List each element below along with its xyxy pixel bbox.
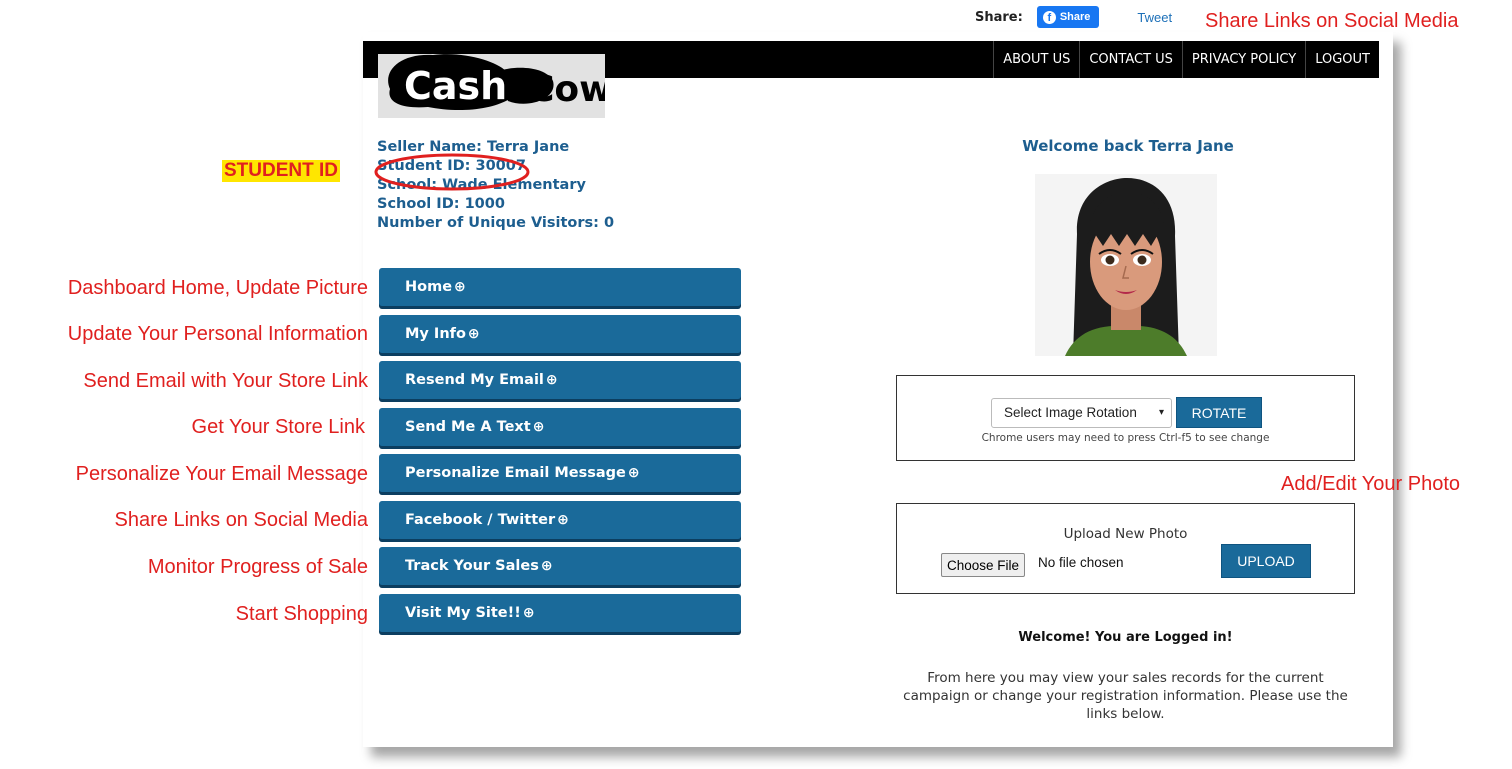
- share-bar: Share: f Share Tweet: [975, 5, 1172, 29]
- page-card: ABOUT US CONTACT US PRIVACY POLICY LOGOU…: [363, 32, 1393, 747]
- rotation-note: Chrome users may need to press Ctrl-f5 t…: [981, 432, 1270, 444]
- annotation-share-links: Share Links on Social Media: [114, 509, 368, 531]
- cashcow-logo-image: Cash Cow: [378, 41, 605, 118]
- rotate-row: Select Image Rotation ▾ ROTATE: [991, 397, 1262, 428]
- annotation-share-links-top: Share Links on Social Media: [1205, 10, 1459, 32]
- choose-file-button[interactable]: Choose File: [941, 553, 1026, 577]
- facebook-share-label: Share: [1059, 11, 1091, 23]
- sidebar-item-label: My Info: [405, 325, 466, 342]
- circle-arrow-right-icon: ⊕: [557, 511, 569, 528]
- annotation-dashboard-home: Dashboard Home, Update Picture: [67, 277, 368, 299]
- sidebar-home-button[interactable]: Home ⊕: [379, 268, 741, 306]
- sidebar-send-text-button[interactable]: Send Me A Text ⊕: [379, 407, 741, 446]
- circle-arrow-right-icon: ⊕: [467, 325, 480, 342]
- avatar: [1035, 174, 1217, 356]
- upload-panel: Upload New Photo Choose File No file cho…: [896, 503, 1355, 594]
- tweet-link[interactable]: Tweet: [1137, 10, 1172, 25]
- facebook-share-button[interactable]: f Share: [1036, 6, 1100, 28]
- sidebar-resend-email-button[interactable]: Resend My Email ⊕: [379, 361, 741, 399]
- circle-arrow-right-icon: ⊕: [532, 418, 545, 435]
- circle-arrow-right-icon: ⊕: [540, 558, 553, 574]
- student-id-highlight-circle: [374, 153, 530, 191]
- unique-visitors: Number of Unique Visitors: 0: [377, 215, 615, 231]
- sidebar-menu: Home ⊕ My Info ⊕ Resend My Email ⊕ Send Me …: [379, 268, 741, 640]
- rotate-button[interactable]: ROTATE: [1176, 397, 1262, 428]
- nav-links: ABOUT US CONTACT US PRIVACY POLICY LOGOU…: [993, 41, 1379, 78]
- share-label: Share:: [975, 9, 1023, 25]
- sidebar-facebook-twitter-button[interactable]: Facebook / Twitter ⊕: [379, 500, 741, 539]
- upload-button[interactable]: UPLOAD: [1221, 544, 1311, 578]
- annotation-student-id: STUDENT ID: [222, 160, 340, 182]
- annotation-store-link: Get Your Store Link: [191, 416, 365, 438]
- sidebar-visit-site-button[interactable]: Visit My Site!! ⊕: [379, 593, 741, 632]
- nav-privacy-policy[interactable]: PRIVACY POLICY: [1181, 41, 1305, 78]
- svg-text:Cow: Cow: [528, 69, 605, 110]
- cashcow-logo[interactable]: Cash Cow: [378, 41, 605, 118]
- annotation-personalize-email: Personalize Your Email Message: [75, 463, 368, 485]
- annotation-add-edit-photo: Add/Edit Your Photo: [1281, 473, 1461, 495]
- sidebar-item-label: Resend My Email: [405, 372, 544, 388]
- rotate-panel: Select Image Rotation ▾ ROTATE Chrome us…: [896, 375, 1355, 461]
- sidebar-item-label: Visit My Site!!: [405, 604, 521, 621]
- facebook-f-icon: f: [1042, 10, 1056, 24]
- sidebar-item-label: Track Your Sales: [405, 558, 539, 574]
- rotation-select-value: Select Image Rotation: [1004, 405, 1137, 420]
- upload-title: Upload New Photo: [1063, 526, 1188, 542]
- nav-about-us[interactable]: ABOUT US: [993, 41, 1079, 78]
- svg-text:Cash: Cash: [404, 64, 507, 108]
- sidebar-personalize-email-button[interactable]: Personalize Email Message ⊕: [379, 454, 741, 492]
- chevron-down-icon: ▾: [1158, 406, 1164, 418]
- sidebar-track-sales-button[interactable]: Track Your Sales ⊕: [379, 547, 741, 585]
- welcome-title: Welcome back Terra Jane: [1022, 137, 1234, 155]
- annotation-update-info: Update Your Personal Information: [67, 323, 368, 345]
- circle-arrow-right-icon: ⊕: [627, 465, 640, 481]
- annotation-start-shopping: Start Shopping: [235, 603, 368, 625]
- avatar-image: [1035, 174, 1217, 356]
- logged-in-text: From here you may view your sales record…: [903, 670, 1348, 722]
- nav-logout[interactable]: LOGOUT: [1305, 41, 1379, 78]
- circle-arrow-right-icon: ⊕: [545, 372, 558, 388]
- circle-arrow-right-icon: ⊕: [454, 279, 466, 295]
- logged-in-title: Welcome! You are Logged in!: [1018, 630, 1233, 645]
- sidebar-item-label: Facebook / Twitter: [405, 511, 556, 528]
- annotation-monitor-progress: Monitor Progress of Sale: [147, 556, 368, 578]
- sidebar-my-info-button[interactable]: My Info ⊕: [379, 314, 741, 353]
- file-status: No file chosen: [1038, 555, 1124, 570]
- sidebar-item-label: Home: [405, 279, 453, 295]
- sidebar-item-label: Personalize Email Message: [405, 465, 626, 481]
- image-rotation-select[interactable]: Select Image Rotation ▾: [991, 397, 1172, 428]
- annotation-send-email: Send Email with Your Store Link: [83, 370, 368, 392]
- sidebar-item-label: Send Me A Text: [405, 418, 531, 435]
- circle-arrow-right-icon: ⊕: [522, 604, 535, 621]
- school-id: School ID: 1000: [377, 196, 505, 212]
- nav-contact-us[interactable]: CONTACT US: [1079, 41, 1182, 78]
